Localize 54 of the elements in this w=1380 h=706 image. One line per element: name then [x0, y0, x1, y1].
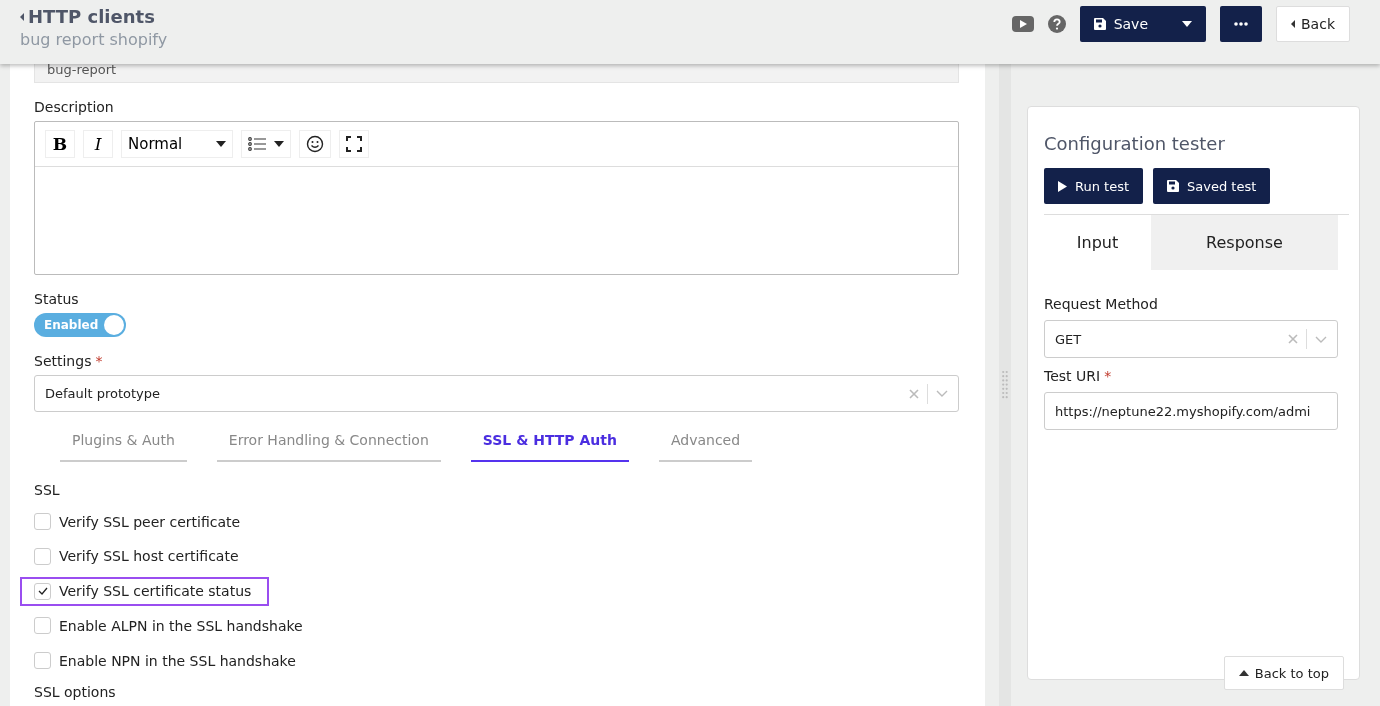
back-button[interactable]: Back: [1276, 6, 1350, 42]
help-icon[interactable]: [1047, 15, 1066, 33]
format-dropdown[interactable]: Normal: [121, 129, 233, 158]
page-subtitle: bug report shopify: [20, 30, 168, 49]
field-label: Request Method: [1044, 296, 1159, 312]
tab[interactable]: Plugins & Auth: [60, 424, 187, 463]
uri-input-field[interactable]: https://neptune22.myshopify.com/admi: [1044, 392, 1338, 430]
smiley-icon: [306, 134, 324, 153]
highlighted-checkbox-option[interactable]: Verify SSL certificate status: [20, 576, 270, 606]
field-label: Settings: [34, 352, 92, 369]
caret-icon: [274, 140, 284, 147]
checkbox-option[interactable]: Enable ALPN in the SSL handshake: [20, 611, 321, 641]
save-button[interactable]: Save: [1079, 6, 1206, 42]
card-title: Configuration tester: [1044, 133, 1226, 154]
fullscreen-icon: [346, 135, 362, 152]
page-title: HTTP clients: [28, 6, 155, 27]
tab[interactable]: Error Handling & Connection: [216, 424, 441, 463]
field-label: Status: [34, 290, 80, 307]
tab[interactable]: Advanced: [658, 424, 753, 463]
checkbox-option[interactable]: Verify SSL peer certificate: [20, 507, 259, 537]
italic-button[interactable]: I: [83, 129, 113, 158]
caret-icon: [1182, 21, 1192, 27]
field-label: Test URI: [1044, 368, 1101, 384]
required-mark: *: [1104, 368, 1112, 384]
back-to-top-button[interactable]: Back to top: [1223, 656, 1344, 690]
section-heading: SSL options: [34, 683, 117, 700]
save-icon: [1093, 18, 1106, 30]
video-play-icon[interactable]: [1011, 16, 1034, 32]
drag-handle-icon[interactable]: [1002, 370, 1009, 400]
list-button[interactable]: [241, 129, 291, 158]
run-test-button[interactable]: Run test: [1044, 168, 1144, 204]
fullscreen-button[interactable]: [339, 129, 369, 158]
caret-icon: [1291, 20, 1295, 28]
section-heading: SSL: [34, 482, 61, 499]
play-icon: [1058, 180, 1067, 192]
save-icon: [1167, 180, 1180, 192]
required-mark: *: [95, 352, 103, 369]
caret-icon: [1238, 670, 1249, 676]
checkmark-icon: [37, 587, 48, 596]
checkbox-option[interactable]: Enable NPN in the SSL handshake: [20, 646, 314, 676]
tab[interactable]: SSL & HTTP Auth: [470, 424, 629, 463]
emoji-button[interactable]: [299, 129, 331, 158]
more-button[interactable]: [1220, 6, 1262, 42]
caret-icon: [20, 12, 24, 21]
tab[interactable]: Response: [1151, 215, 1338, 270]
field-label: Description: [34, 98, 115, 115]
checkbox-option[interactable]: Verify SSL host certificate: [20, 541, 257, 571]
ellipsis-icon: [1234, 22, 1248, 26]
bold-button[interactable]: B: [45, 129, 75, 158]
list-icon: [248, 136, 266, 151]
description-editor[interactable]: B I Normal: [34, 120, 960, 275]
name-field[interactable]: bug-report: [34, 64, 960, 83]
caret-icon: [216, 140, 226, 147]
saved-test-button[interactable]: Saved test: [1153, 168, 1271, 204]
